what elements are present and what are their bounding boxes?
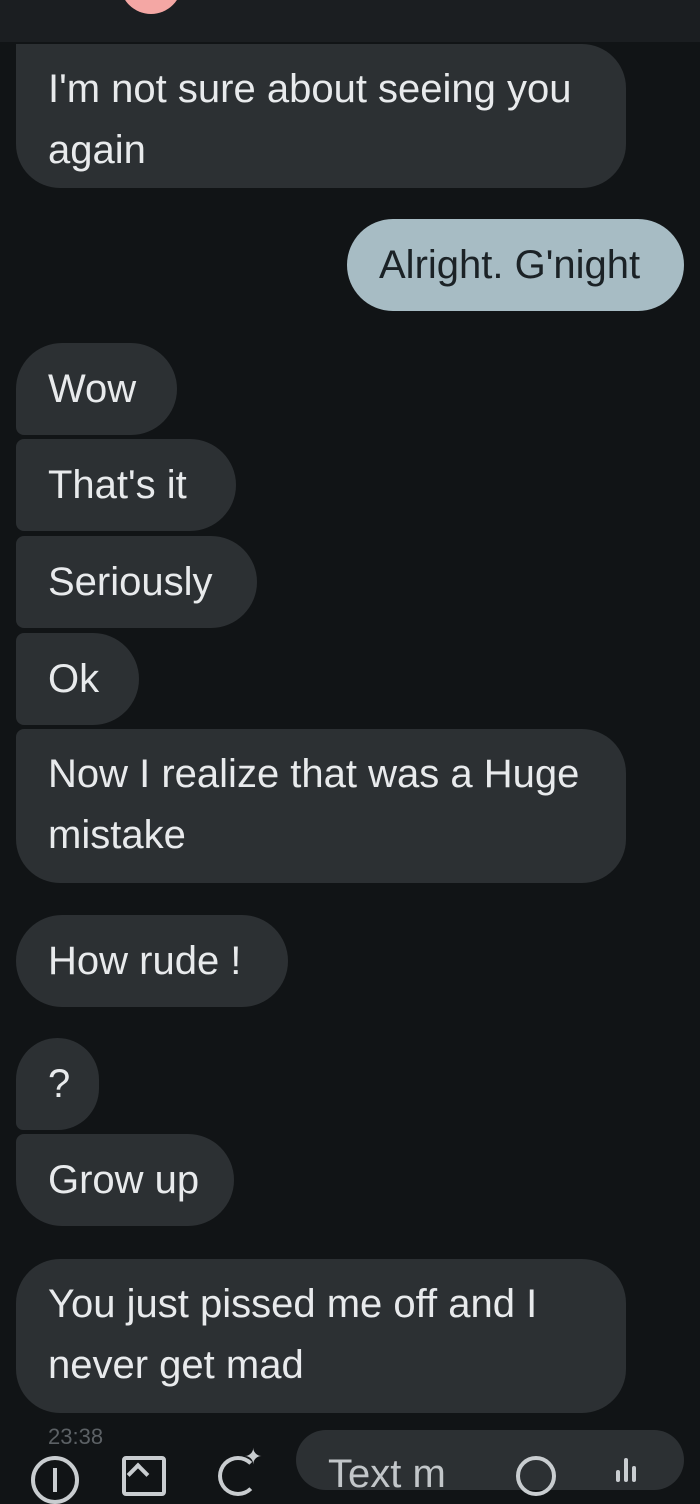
contact-avatar[interactable]	[120, 0, 182, 14]
message-text-line: mistake	[48, 813, 186, 857]
voice-icon[interactable]	[616, 1452, 640, 1482]
message-bubble-incoming[interactable]: Grow up	[16, 1134, 234, 1226]
message-bubble-incoming[interactable]: You just pissed me off and I never get m…	[16, 1259, 626, 1413]
gallery-icon[interactable]	[122, 1456, 166, 1496]
message-input-placeholder: Text m	[328, 1452, 446, 1496]
message-text-line: I'm not sure about seeing you	[48, 67, 572, 111]
message-bubble-incoming[interactable]: Seriously	[16, 536, 257, 628]
plus-icon[interactable]	[31, 1456, 79, 1504]
message-bubble-incoming[interactable]: How rude !	[16, 915, 288, 1007]
composer-bar: Text m	[0, 1428, 700, 1504]
message-text-line: again	[48, 128, 146, 172]
message-bubble-incoming[interactable]: Now I realize that was a Huge mistake	[16, 729, 626, 883]
message-bubble-incoming[interactable]: Ok	[16, 633, 139, 725]
message-text-line: Now I realize that was a Huge	[48, 752, 580, 796]
message-text-line: never get mad	[48, 1343, 304, 1387]
message-input[interactable]: Text m	[296, 1430, 684, 1496]
message-bubble-incoming[interactable]: ?	[16, 1038, 99, 1130]
message-bubble-incoming[interactable]: That's it	[16, 439, 236, 531]
message-bubble-outgoing[interactable]: Alright. G'night	[347, 219, 684, 311]
message-bubble-incoming[interactable]: Wow	[16, 343, 177, 435]
emoji-icon[interactable]	[516, 1456, 556, 1496]
ai-sparkle-icon[interactable]	[218, 1444, 262, 1496]
message-text-line: You just pissed me off and I	[48, 1282, 538, 1326]
conversation-header	[0, 0, 700, 42]
message-bubble-incoming[interactable]: I'm not sure about seeing you again	[16, 44, 626, 188]
